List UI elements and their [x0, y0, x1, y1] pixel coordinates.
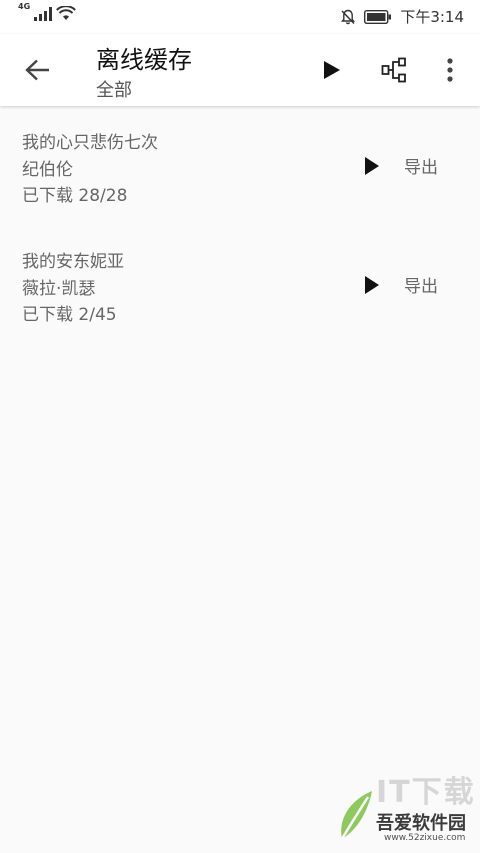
- battery-icon: [364, 9, 392, 24]
- watermark: IT下载 吾爱软件园 www.52zixue.com: [336, 765, 476, 851]
- list-item[interactable]: 我的心只悲伤七次 纪伯伦 已下载 28/28 导出: [0, 106, 480, 225]
- page-subtitle[interactable]: 全部: [96, 76, 132, 102]
- book-title: 我的心只悲伤七次: [22, 133, 158, 153]
- status-left: 4G: [18, 2, 77, 21]
- play-item-button[interactable]: [356, 271, 388, 299]
- app-bar: 离线缓存 全部: [0, 34, 480, 106]
- page-title: 离线缓存: [96, 46, 192, 74]
- bell-off-icon: [341, 9, 356, 24]
- watermark-big-text: IT下载: [376, 775, 476, 810]
- download-list: 我的心只悲伤七次 纪伯伦 已下载 28/28 导出 我的安东妮亚 薇拉·凯瑟 已…: [0, 106, 480, 344]
- watermark-url: www.52zixue.com: [384, 833, 466, 843]
- tree-icon: [381, 57, 406, 83]
- signal-icon: [34, 7, 53, 21]
- export-button[interactable]: 导出: [404, 153, 438, 178]
- status-right: 下午3:14: [340, 6, 464, 27]
- play-item-button[interactable]: [356, 152, 388, 180]
- play-icon: [365, 157, 379, 175]
- more-vert-icon: [447, 58, 453, 82]
- export-button[interactable]: 导出: [404, 272, 438, 297]
- play-icon: [324, 61, 340, 79]
- book-title: 我的安东妮亚: [22, 252, 124, 272]
- leaf-logo-icon: [340, 791, 372, 840]
- back-arrow-icon: [25, 59, 49, 81]
- clock-time: 下午3:14: [400, 8, 464, 26]
- download-progress: 已下载 2/45: [22, 305, 117, 325]
- tree-view-button[interactable]: [374, 52, 414, 88]
- download-progress: 已下载 28/28: [22, 186, 128, 206]
- wifi-icon: [56, 6, 77, 20]
- more-options-button[interactable]: [430, 52, 470, 88]
- play-all-button[interactable]: [312, 52, 352, 88]
- book-author: 薇拉·凯瑟: [22, 279, 96, 299]
- book-author: 纪伯伦: [22, 160, 73, 180]
- play-icon: [365, 276, 379, 294]
- status-bar: 4G 下午3:14: [0, 0, 480, 34]
- back-button[interactable]: [18, 54, 58, 86]
- list-item[interactable]: 我的安东妮亚 薇拉·凯瑟 已下载 2/45 导出: [0, 225, 480, 344]
- watermark-site-name: 吾爱软件园: [376, 813, 466, 834]
- network-type: 4G: [18, 2, 31, 11]
